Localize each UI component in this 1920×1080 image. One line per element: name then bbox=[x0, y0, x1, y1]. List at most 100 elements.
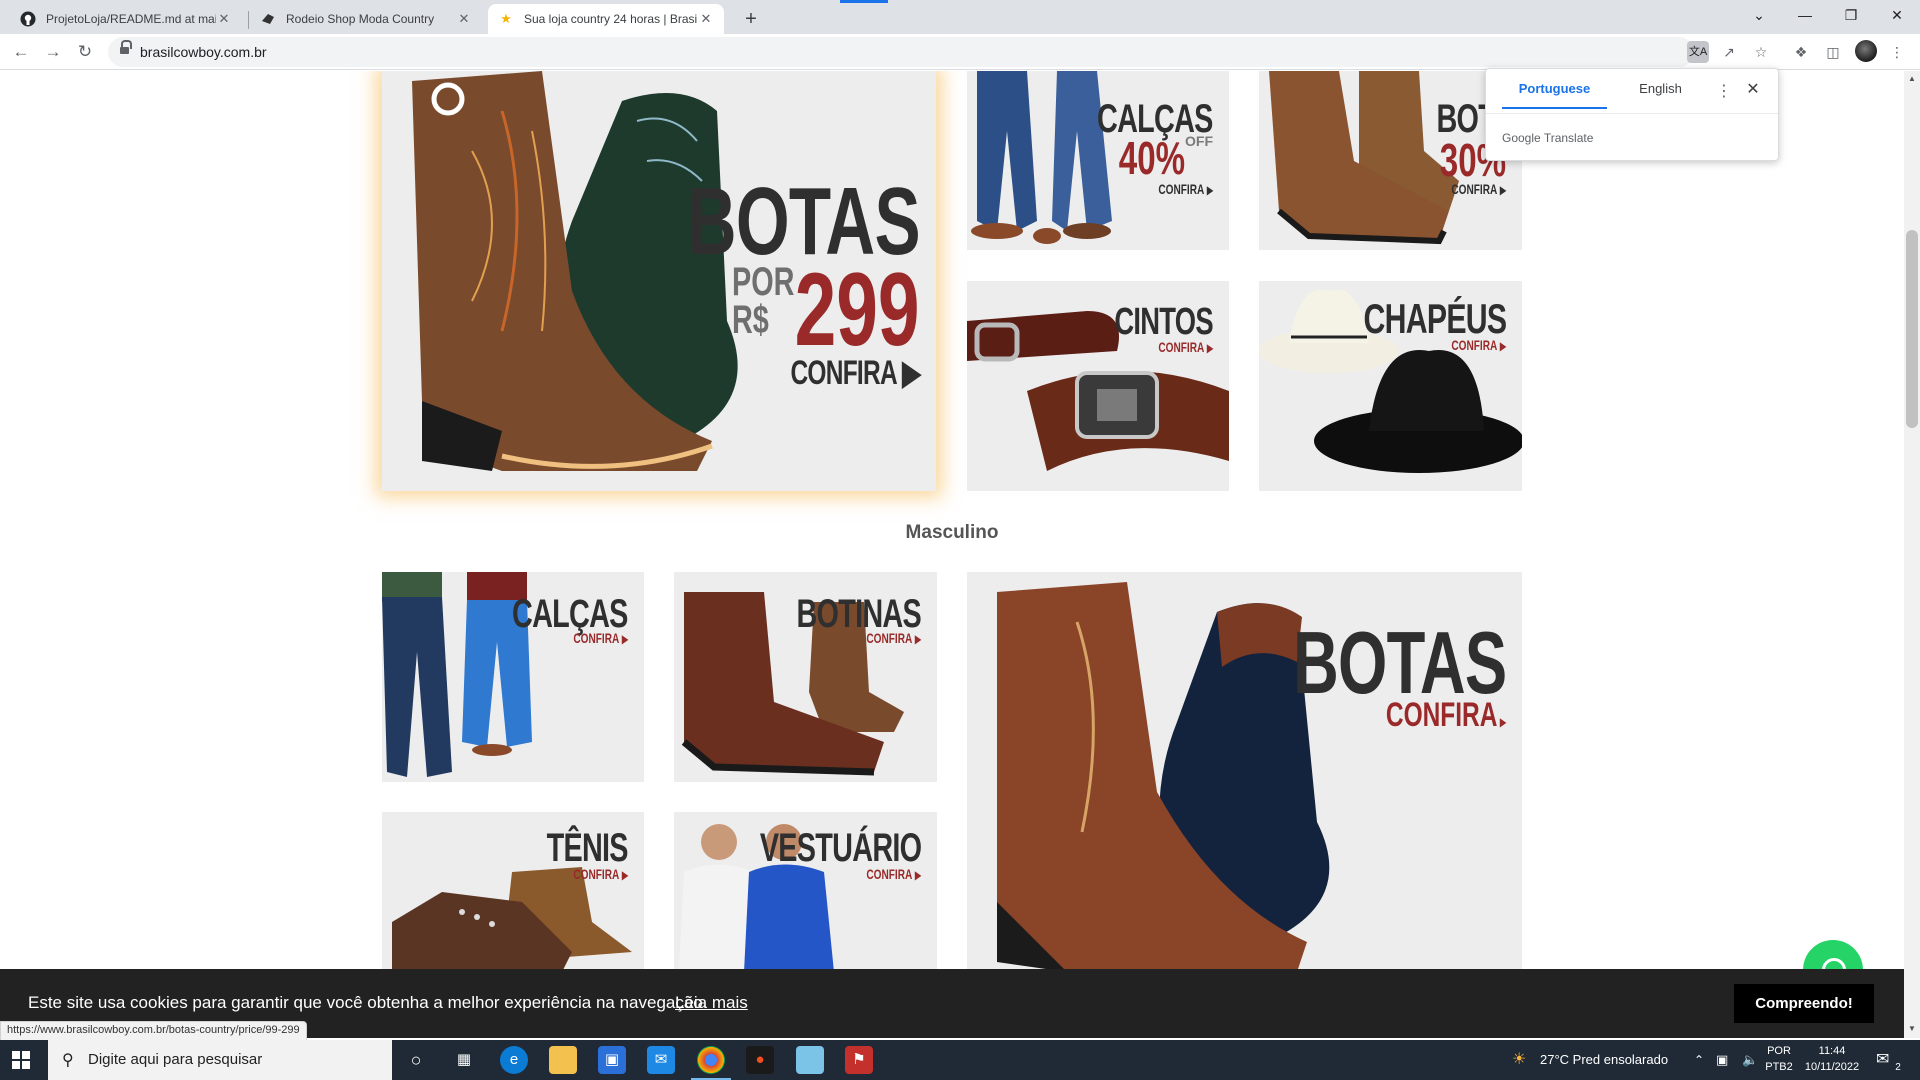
banner-title: CINTOS bbox=[1114, 301, 1213, 343]
section-title: Masculino bbox=[905, 522, 999, 543]
page-viewport: BOTAS POR R$ 299 CONFIRA ▶ CALÇAS 40% OF… bbox=[0, 71, 1904, 1038]
translate-brand: Google Translate bbox=[1502, 131, 1594, 145]
banner-cta: CONFIRA bbox=[573, 866, 628, 882]
translate-options-icon[interactable]: ⋮ bbox=[1716, 81, 1732, 101]
network-icon[interactable]: ▣ bbox=[1716, 1040, 1728, 1080]
github-icon bbox=[20, 11, 36, 27]
banner-cta: CONFIRA bbox=[1158, 181, 1213, 197]
scroll-up-arrow-icon[interactable]: ▲ bbox=[1906, 74, 1918, 86]
keyboard-layout[interactable]: PTB2 bbox=[1764, 1061, 1794, 1073]
banner-chapeus[interactable]: CHAPÉUS CONFIRA bbox=[1259, 281, 1522, 491]
tab-brasil-cowboy[interactable]: ★ Sua loja country 24 horas | Brasil ✕ bbox=[488, 4, 724, 34]
tab-title: ProjetoLoja/README.md at main bbox=[46, 12, 216, 26]
lock-icon[interactable] bbox=[120, 40, 132, 56]
taskbar-search-input[interactable]: ⚲ Digite aqui para pesquisar bbox=[48, 1040, 392, 1080]
browser-tab-strip: ProjetoLoja/README.md at main ✕ Rodeio S… bbox=[0, 0, 1920, 34]
banner-cta: CONFIRA bbox=[573, 630, 628, 646]
cookie-message: Este site usa cookies para garantir que … bbox=[28, 993, 708, 1012]
banner-cta: CONFIRA bbox=[1158, 339, 1213, 355]
notes-app-icon[interactable] bbox=[796, 1046, 824, 1074]
cookie-read-more-link[interactable]: Leia mais bbox=[675, 993, 748, 1013]
browser-toolbar: ← → ↻ brasilcowboy.com.br 文A ↗ ☆ ❖ ◫ ⋮ bbox=[0, 34, 1920, 70]
notification-center-icon[interactable]: ✉ bbox=[1876, 1040, 1889, 1080]
bookmark-star-icon[interactable]: ☆ bbox=[1750, 41, 1772, 63]
banner-botas-promo[interactable]: BOTAS POR R$ 299 CONFIRA ▶ bbox=[382, 71, 936, 491]
tab-title: Sua loja country 24 horas | Brasil bbox=[524, 12, 698, 26]
banner-masc-calcas[interactable]: CALÇAS CONFIRA bbox=[382, 572, 644, 782]
tray-expand-icon[interactable]: ⌃ bbox=[1694, 1040, 1704, 1080]
mail-icon[interactable]: ✉ bbox=[647, 1046, 675, 1074]
tab-drag-indicator bbox=[840, 0, 888, 3]
window-close-icon[interactable]: ✕ bbox=[1874, 0, 1920, 30]
banner-masc-vestuario[interactable]: VESTUÁRIO CONFIRA bbox=[674, 812, 937, 972]
banner-calcas-promo[interactable]: CALÇAS 40% OFF CONFIRA bbox=[967, 71, 1229, 250]
minimize-icon[interactable]: — bbox=[1782, 0, 1828, 30]
banner-botinas-promo[interactable]: BOTIN 30% CONFIRA bbox=[1259, 71, 1522, 250]
translate-popup: Portuguese English ⋮ ✕ Google Translate bbox=[1485, 68, 1779, 161]
rodeo-icon bbox=[260, 11, 276, 27]
tab-close-icon[interactable]: ✕ bbox=[456, 11, 472, 27]
windows-start-icon[interactable] bbox=[12, 1051, 30, 1069]
clock-date[interactable]: 10/11/2022 bbox=[1800, 1061, 1864, 1073]
scrollbar-thumb[interactable] bbox=[1906, 230, 1918, 428]
notification-count: 2 bbox=[1895, 1062, 1901, 1073]
url-text[interactable]: brasilcowboy.com.br bbox=[140, 44, 267, 60]
banner-title: VESTUÁRIO bbox=[759, 826, 921, 870]
banner-cta: CONFIRA bbox=[1385, 696, 1506, 735]
clock-time[interactable]: 11:44 bbox=[1800, 1045, 1864, 1057]
banner-cta: CONFIRA bbox=[1451, 337, 1506, 353]
scroll-down-arrow-icon[interactable]: ▼ bbox=[1906, 1024, 1918, 1036]
banner-cta: CONFIRA bbox=[1451, 181, 1506, 197]
tab-close-icon[interactable]: ✕ bbox=[216, 11, 232, 27]
search-icon: ⚲ bbox=[62, 1052, 74, 1069]
reload-icon[interactable]: ↻ bbox=[72, 39, 98, 65]
link-status-url: https://www.brasilcowboy.com.br/botas-co… bbox=[0, 1021, 307, 1041]
tab-search-dropdown-icon[interactable]: ⌄ bbox=[1736, 0, 1782, 30]
banner-masc-botas[interactable]: BOTAS CONFIRA bbox=[967, 572, 1522, 972]
tab-rodeio-shop[interactable]: Rodeio Shop Moda Country ✕ bbox=[250, 4, 482, 34]
windows-taskbar: ⚲ Digite aqui para pesquisar ○ ▦ e ▣ ✉ ●… bbox=[0, 1040, 1920, 1080]
tab-portuguese[interactable]: Portuguese bbox=[1502, 81, 1607, 109]
back-arrow-icon[interactable]: ← bbox=[8, 39, 34, 65]
profile-avatar[interactable] bbox=[1855, 40, 1877, 62]
microsoft-store-icon[interactable]: ▣ bbox=[598, 1046, 626, 1074]
weather-text[interactable]: 27°C Pred ensolarado bbox=[1540, 1040, 1668, 1080]
banner-cintos[interactable]: CINTOS CONFIRA bbox=[967, 281, 1229, 491]
translate-icon[interactable]: 文A bbox=[1687, 41, 1709, 63]
banner-masc-tenis[interactable]: TÊNIS CONFIRA bbox=[382, 812, 644, 972]
kebab-menu-icon[interactable]: ⋮ bbox=[1886, 41, 1908, 63]
address-bar[interactable]: brasilcowboy.com.br 文A bbox=[108, 37, 1709, 67]
banner-masc-botinas[interactable]: BOTINAS CONFIRA bbox=[674, 572, 937, 782]
cookie-accept-button[interactable]: Compreendo! bbox=[1734, 984, 1874, 1023]
cortana-circle-icon[interactable]: ○ bbox=[402, 1046, 430, 1074]
figma-icon[interactable]: ● bbox=[746, 1046, 774, 1074]
chrome-browser-icon[interactable] bbox=[691, 1046, 731, 1080]
restore-icon[interactable]: ❐ bbox=[1828, 0, 1874, 30]
side-panel-icon[interactable]: ◫ bbox=[1822, 41, 1844, 63]
tab-title: Rodeio Shop Moda Country bbox=[286, 12, 435, 26]
extensions-puzzle-icon[interactable]: ❖ bbox=[1790, 41, 1812, 63]
tab-close-icon[interactable]: ✕ bbox=[698, 11, 714, 27]
search-placeholder: Digite aqui para pesquisar bbox=[88, 1051, 263, 1068]
banner-title: TÊNIS bbox=[546, 826, 629, 870]
edge-browser-icon[interactable]: e bbox=[500, 1046, 528, 1074]
popup-divider bbox=[1486, 113, 1778, 114]
star-icon: ★ bbox=[500, 11, 512, 26]
language-code[interactable]: POR bbox=[1764, 1045, 1794, 1057]
weather-icon[interactable]: ☀ bbox=[1512, 1040, 1526, 1080]
task-view-icon[interactable]: ▦ bbox=[450, 1046, 478, 1074]
discount-percent: 40% bbox=[1118, 132, 1185, 184]
page-scrollbar[interactable] bbox=[1904, 71, 1920, 1038]
banner-cta: CONFIRA bbox=[866, 630, 921, 646]
forward-arrow-icon[interactable]: → bbox=[40, 39, 66, 65]
share-icon[interactable]: ↗ bbox=[1718, 41, 1740, 63]
tab-english[interactable]: English bbox=[1608, 81, 1713, 109]
new-tab-button[interactable]: + bbox=[737, 5, 765, 33]
tab-github-readme[interactable]: ProjetoLoja/README.md at main ✕ bbox=[10, 4, 242, 34]
volume-icon[interactable]: 🔈 bbox=[1742, 1040, 1758, 1080]
file-explorer-icon[interactable] bbox=[549, 1046, 577, 1074]
translate-close-icon[interactable]: ✕ bbox=[1744, 79, 1762, 99]
pinned-app-icon[interactable]: ⚑ bbox=[845, 1046, 873, 1074]
banner-cta: CONFIRA ▶ bbox=[790, 354, 920, 392]
price-prefix: POR bbox=[732, 260, 795, 304]
